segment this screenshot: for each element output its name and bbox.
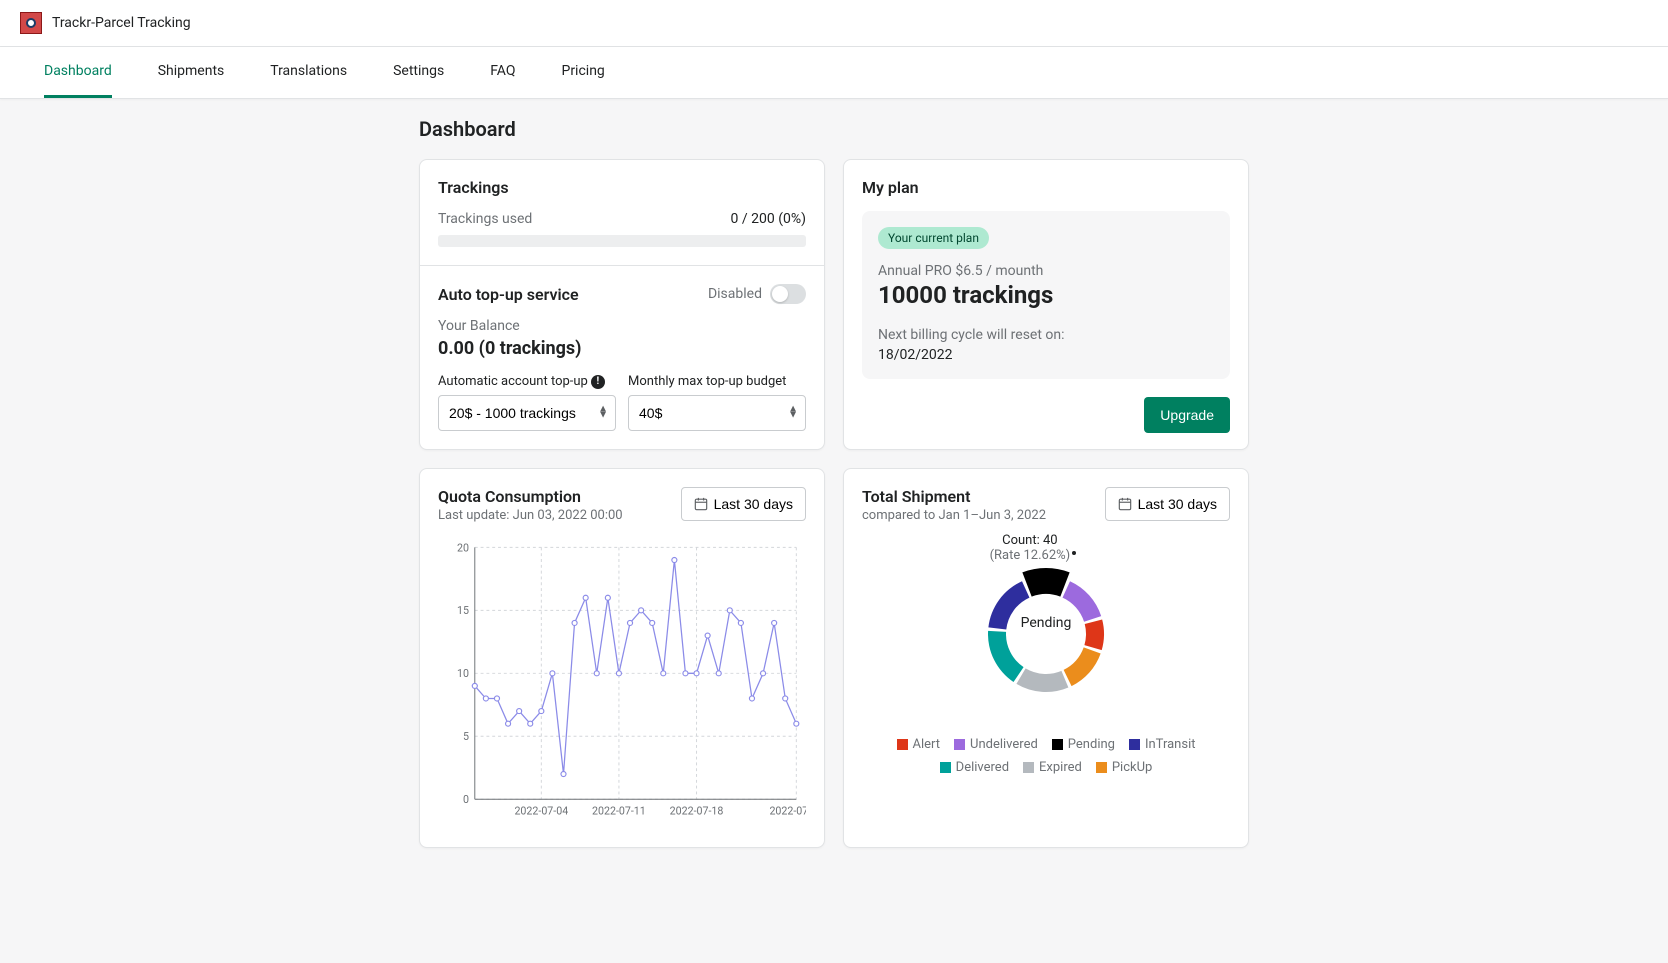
- budget-label: Monthly max top-up budget: [628, 374, 786, 389]
- app-title: Trackr-Parcel Tracking: [52, 15, 191, 31]
- shipment-card: Total Shipment compared to Jan 1–Jun 3, …: [843, 468, 1249, 848]
- plan-reset-date: 18/02/2022: [878, 347, 1214, 363]
- auto-topup-select[interactable]: 20$ - 1000 trackings: [438, 395, 616, 431]
- topbar: Trackr-Parcel Tracking: [0, 0, 1668, 47]
- legend-expired: Expired: [1023, 760, 1082, 775]
- svg-text:2022-07-11: 2022-07-11: [592, 805, 646, 818]
- quota-updated: Last update: Jun 03, 2022 00:00: [438, 508, 623, 523]
- budget-select[interactable]: 40$: [628, 395, 806, 431]
- topup-toggle[interactable]: [770, 284, 806, 304]
- donut-tooltip: Count: 40 (Rate 12.62%): [990, 533, 1071, 563]
- svg-text:2022-07-27: 2022-07-27: [769, 805, 806, 818]
- svg-text:5: 5: [463, 730, 469, 743]
- svg-text:0: 0: [463, 793, 469, 806]
- app-logo: [20, 12, 42, 34]
- tab-pricing[interactable]: Pricing: [561, 47, 604, 98]
- svg-text:2022-07-18: 2022-07-18: [670, 805, 724, 818]
- plan-title: My plan: [862, 178, 1230, 197]
- legend-alert: Alert: [897, 737, 941, 752]
- trackings-progress: [438, 235, 806, 247]
- quota-card: Quota Consumption Last update: Jun 03, 2…: [419, 468, 825, 848]
- shipment-title: Total Shipment: [862, 487, 1046, 506]
- trackings-used-value: 0 / 200 (0%): [731, 211, 806, 227]
- calendar-icon: [1118, 497, 1132, 511]
- trackings-card: Trackings Trackings used 0 / 200 (0%) Au…: [419, 159, 825, 450]
- trackings-title: Trackings: [438, 178, 806, 197]
- plan-box: Your current plan Annual PRO $6.5 / moun…: [862, 211, 1230, 379]
- tab-faq[interactable]: FAQ: [490, 47, 515, 98]
- trackings-used-label: Trackings used: [438, 211, 532, 227]
- legend-delivered: Delivered: [940, 760, 1009, 775]
- svg-text:2022-07-04: 2022-07-04: [514, 805, 568, 818]
- shipment-legend: Alert Undelivered Pending InTransit Deli…: [844, 733, 1248, 791]
- shipment-compared: compared to Jan 1–Jun 3, 2022: [862, 508, 1046, 523]
- upgrade-button[interactable]: Upgrade: [1144, 397, 1230, 433]
- info-icon[interactable]: !: [591, 375, 605, 389]
- page-title: Dashboard: [419, 117, 1249, 141]
- topup-title: Auto top-up service: [438, 285, 579, 304]
- plan-reset-label: Next billing cycle will reset on:: [878, 327, 1214, 343]
- calendar-icon: [694, 497, 708, 511]
- svg-text:20: 20: [457, 541, 469, 554]
- quota-title: Quota Consumption: [438, 487, 623, 506]
- plan-badge: Your current plan: [878, 227, 989, 249]
- svg-text:15: 15: [457, 604, 469, 617]
- legend-undelivered: Undelivered: [954, 737, 1038, 752]
- plan-card: My plan Your current plan Annual PRO $6.…: [843, 159, 1249, 450]
- auto-topup-label: Automatic account top-up !: [438, 374, 605, 389]
- plan-name: Annual PRO $6.5 / mounth: [878, 263, 1214, 279]
- balance-label: Your Balance: [438, 318, 806, 334]
- balance-value: 0.00 (0 trackings): [438, 338, 806, 359]
- donut-center-label: Pending: [1021, 615, 1072, 631]
- plan-amount: 10000 trackings: [878, 281, 1214, 309]
- tab-translations[interactable]: Translations: [270, 47, 347, 98]
- tab-settings[interactable]: Settings: [393, 47, 444, 98]
- navbar: Dashboard Shipments Translations Setting…: [0, 47, 1668, 99]
- quota-line-chart: 0 5 10 15 20 2022-07-04 2022-07-11 2022-07-18 20…: [438, 533, 806, 833]
- topup-status: Disabled: [708, 286, 762, 302]
- svg-text:10: 10: [457, 667, 469, 680]
- legend-pending: Pending: [1052, 737, 1115, 752]
- tab-shipments[interactable]: Shipments: [158, 47, 225, 98]
- quota-range-button[interactable]: Last 30 days: [681, 487, 806, 521]
- tab-dashboard[interactable]: Dashboard: [44, 47, 112, 98]
- legend-intransit: InTransit: [1129, 737, 1196, 752]
- shipment-range-button[interactable]: Last 30 days: [1105, 487, 1230, 521]
- legend-pickup: PickUp: [1096, 760, 1153, 775]
